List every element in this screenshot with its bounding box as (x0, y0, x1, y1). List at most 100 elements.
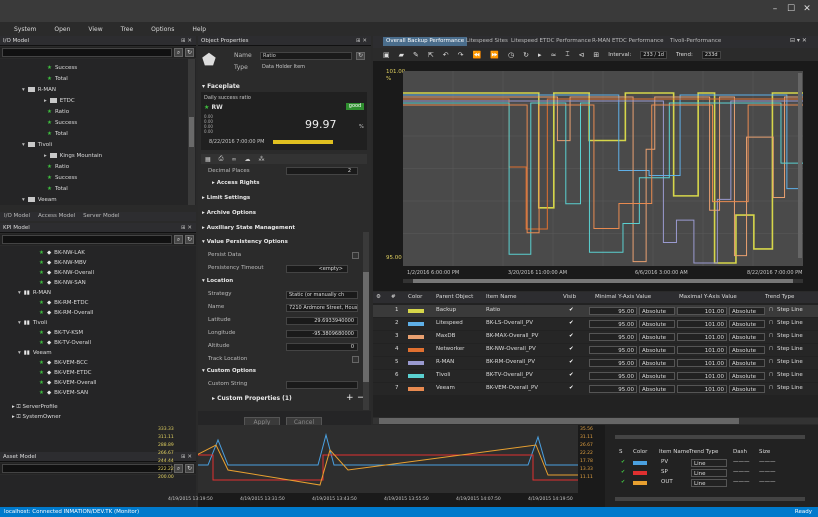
column-header[interactable]: Trend Type (689, 447, 718, 458)
table-row[interactable]: 4 Networker BK-NW-Overall_PV ✔ 95.00 Absolute… (373, 344, 818, 356)
tree-item[interactable]: ▾ Veeam (22, 195, 57, 205)
tree-item[interactable]: ★ Success (44, 118, 77, 128)
tree-item[interactable]: ★ ◆ BK-NW-Overall (36, 268, 94, 278)
min-mode-select[interactable]: Absolute (639, 359, 675, 367)
tree-item[interactable]: ★ ◆ BK-VEM-Overall (36, 378, 96, 388)
tree-item[interactable]: ▾ ▮▮ Veeam (18, 348, 52, 358)
column-header[interactable]: # (391, 292, 396, 303)
search-icon[interactable]: ⌕ (174, 235, 183, 244)
tree-item[interactable]: ★ ◆ BK-RM-Overall (36, 308, 93, 318)
property-scrollbar[interactable] (363, 232, 369, 410)
minimize-button[interactable]: – (768, 4, 782, 16)
crosshair-icon[interactable]: ⊞ (593, 51, 599, 59)
search-icon[interactable]: ⌕ (174, 464, 183, 473)
pin-icon[interactable]: ⊞ ✕ (181, 452, 192, 462)
refresh-icon[interactable]: ↻ (523, 51, 529, 59)
longitude-input[interactable]: -95.3809680000 (286, 330, 358, 338)
series-color-swatch[interactable] (408, 361, 424, 365)
kpi-search-input[interactable] (2, 235, 172, 244)
max-y-input[interactable]: 101.00 (677, 359, 727, 367)
max-mode-select[interactable]: Absolute (729, 346, 765, 354)
expand-arrow-icon[interactable]: ▾ (22, 197, 25, 203)
tab-access-model[interactable]: Access Model (34, 212, 79, 221)
persistency-timeout-input[interactable]: <empty> (286, 265, 348, 273)
grid-settings-icon[interactable]: ⚙ (376, 292, 381, 303)
max-y-input[interactable]: 101.00 (677, 307, 727, 315)
name-field[interactable]: Ratio (260, 52, 352, 60)
series-color-swatch[interactable] (408, 374, 424, 378)
series-color-swatch[interactable] (408, 309, 424, 313)
latitude-input[interactable]: 29.6933940000 (286, 317, 358, 325)
tree-item[interactable]: ★ Total (44, 74, 68, 84)
archive-options-section[interactable]: ▸ Archive Options (202, 208, 256, 218)
expand-arrow-icon[interactable]: ▸ (44, 153, 47, 159)
server-profile-item[interactable]: ▸ ⚿ ServerProfile (12, 402, 58, 412)
tab-overall-backup[interactable]: Overall Backup Performance (383, 37, 468, 46)
table-row[interactable]: ✔ PV Line ——— ——— (605, 458, 818, 468)
chart-vscroll[interactable] (798, 73, 802, 258)
tab-menu-icon[interactable]: ⊟ ▾ ✕ (790, 37, 807, 44)
aux-state-section[interactable]: ▸ Auxiliary State Management (202, 223, 295, 233)
menu-tree[interactable]: Tree (121, 26, 134, 33)
trend-type-cell[interactable]: Step Line (777, 370, 803, 381)
tab-rman-etdc[interactable]: R-MAN ETDC Performance (589, 37, 666, 46)
max-mode-select[interactable]: Absolute (729, 359, 765, 367)
link-icon[interactable]: ∞ (231, 156, 236, 163)
track-location-checkbox[interactable] (352, 356, 359, 363)
save-icon[interactable]: ▣ (383, 51, 390, 59)
min-mode-select[interactable]: Absolute (639, 307, 675, 315)
tab-io-model[interactable]: I/O Model (0, 212, 34, 221)
series-color-swatch[interactable] (408, 322, 424, 326)
tree-item[interactable]: ★ Total (44, 184, 68, 194)
expand-arrow-icon[interactable]: ▾ (18, 290, 21, 296)
interval-input[interactable]: 233 / 1d (640, 50, 667, 59)
menu-options[interactable]: Options (151, 26, 174, 33)
max-mode-select[interactable]: Absolute (729, 372, 765, 380)
strategy-select[interactable]: Static (or manually ch (286, 291, 358, 299)
max-mode-select[interactable]: Absolute (729, 307, 765, 315)
loc-name-input[interactable]: 7210 Ardmore Street, Hous (286, 304, 358, 312)
menu-open[interactable]: Open (54, 26, 70, 33)
column-header[interactable]: Color (408, 292, 422, 303)
fast-forward-icon[interactable]: ⏩ (490, 51, 499, 59)
wrench-icon[interactable]: ✎ (413, 51, 419, 59)
tree-item[interactable]: ★ Success (44, 63, 77, 73)
tree-item[interactable]: ▾ Tivoli (22, 140, 52, 150)
add-icon[interactable]: + (346, 393, 354, 403)
tree-item[interactable]: ★ ◆ BK-TV-Overall (36, 338, 91, 348)
visible-checkbox[interactable]: ✔ (569, 331, 574, 342)
tab-litespeed-etdc[interactable]: Litespeed ETDC Performance (508, 37, 594, 46)
value-persistency-section[interactable]: ▾ Value Persistency Options (202, 237, 288, 247)
tab-server-model[interactable]: Server Model (79, 212, 123, 221)
search-icon[interactable]: ⌕ (174, 48, 183, 57)
table-row[interactable]: 6 Tivoli BK-TV-Overall_PV ✔ 95.00 Absolute 101… (373, 370, 818, 382)
trend-type-cell[interactable]: Step Line (777, 305, 803, 316)
dash-select[interactable]: ——— (733, 477, 750, 488)
pid-hscroll-bottom[interactable] (615, 497, 805, 501)
tree-item[interactable]: ▾ R-MAN (22, 85, 56, 95)
tree-item[interactable]: ★ ◆ BK-TV-KSM (36, 328, 83, 338)
altitude-input[interactable]: 0 (286, 343, 358, 351)
visible-checkbox[interactable]: ✔ (569, 344, 574, 355)
refresh-icon[interactable]: ↻ (356, 52, 365, 60)
asset-search-input[interactable] (2, 464, 172, 473)
pin-icon[interactable]: ⊞ ✕ (181, 223, 192, 233)
refresh-icon[interactable]: ↻ (185, 235, 194, 244)
expand-arrow-icon[interactable]: ▸ (44, 98, 47, 104)
tree-item[interactable]: ★ Ratio (44, 162, 69, 172)
cloud-icon[interactable]: ☁ (244, 156, 250, 163)
custom-string-input[interactable] (286, 381, 358, 389)
series-color-swatch[interactable] (408, 387, 424, 391)
tree-item[interactable]: ★ Ratio (44, 107, 69, 117)
decimal-places-input[interactable]: 2 (286, 167, 358, 175)
menu-help[interactable]: Help (192, 26, 206, 33)
menu-system[interactable]: System (14, 26, 36, 33)
visible-checkbox[interactable]: ✔ (621, 477, 625, 488)
expand-arrow-icon[interactable]: ▾ (22, 87, 25, 93)
series-color-swatch[interactable] (633, 471, 647, 475)
size-select[interactable]: ——— (759, 477, 776, 488)
tree-item[interactable]: ▾ ▮▮ R-MAN (18, 288, 51, 298)
system-owner-item[interactable]: ▸ ⚿ SystemOwner (12, 412, 61, 422)
min-mode-select[interactable]: Absolute (639, 320, 675, 328)
play-icon[interactable]: ▸ (538, 51, 542, 59)
